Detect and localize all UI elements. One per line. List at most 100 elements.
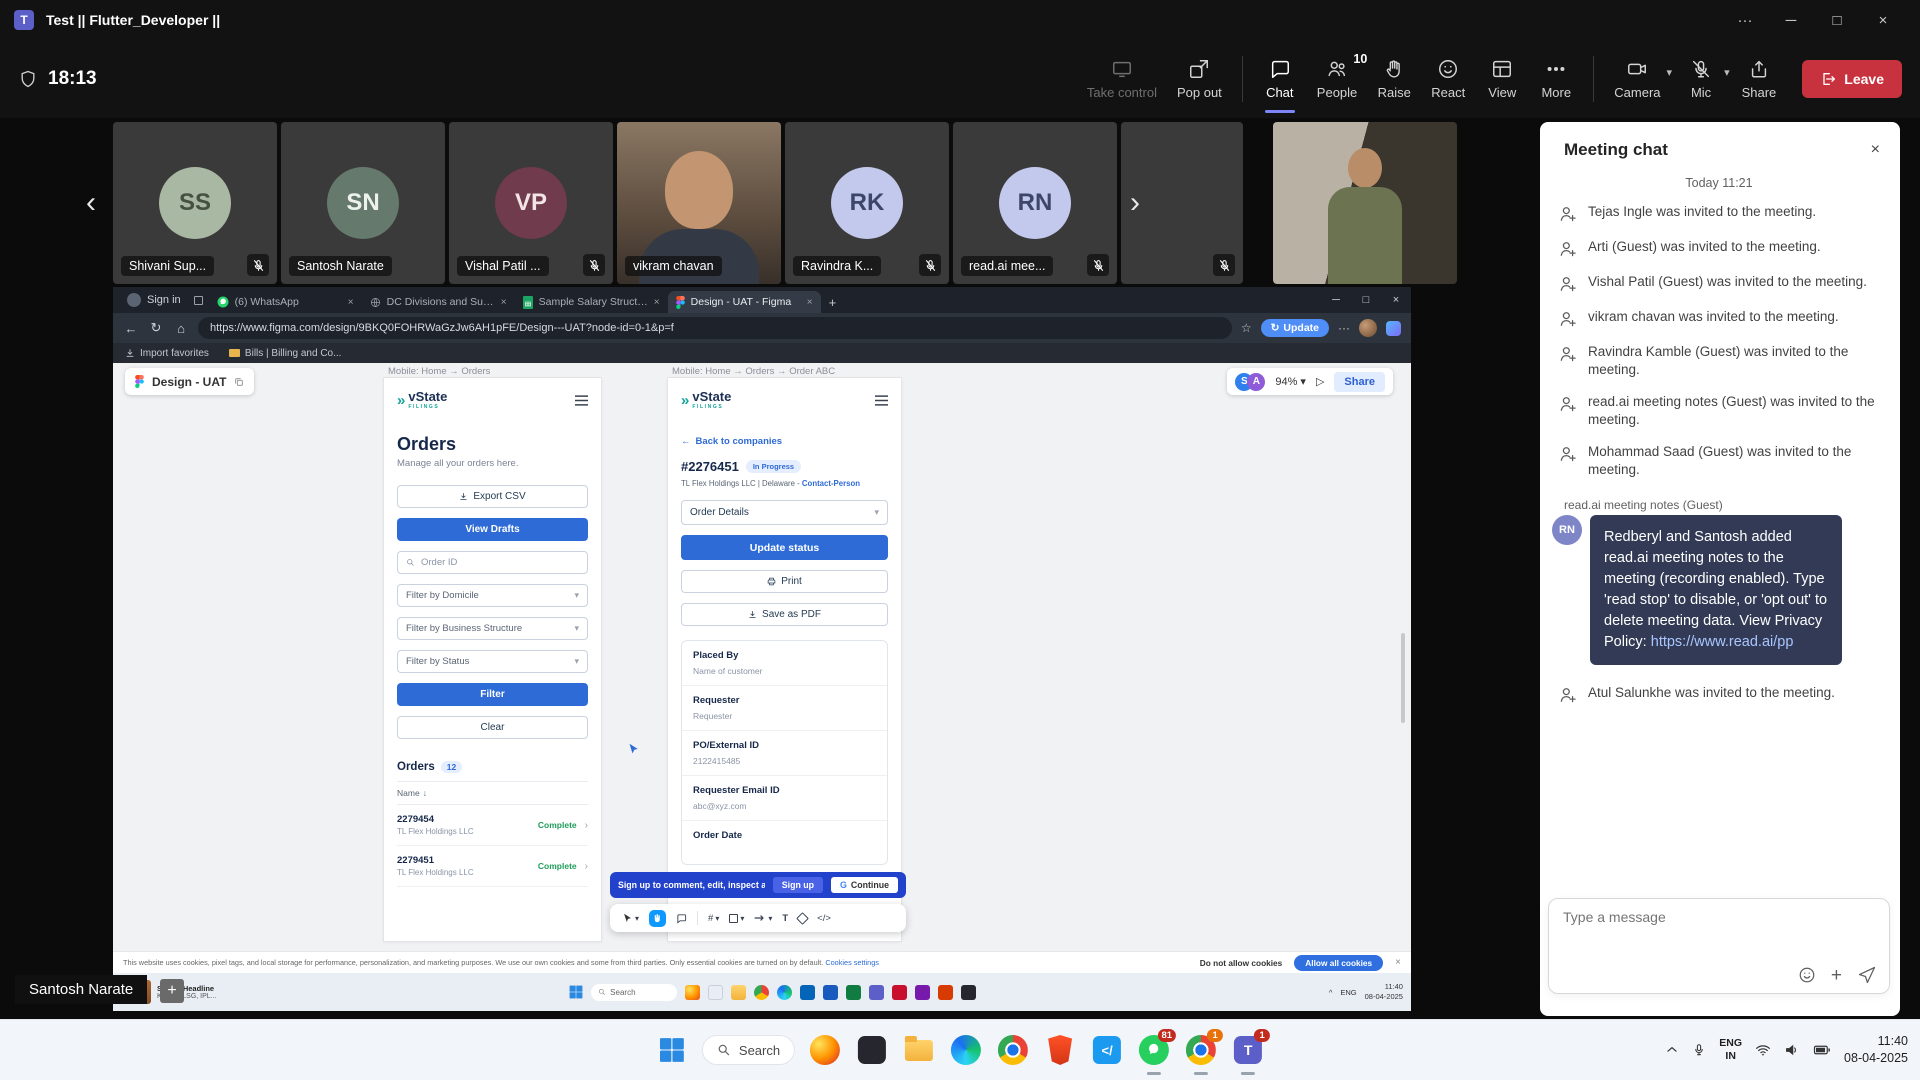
clear-button[interactable]: Clear [397,716,588,739]
mic-button[interactable]: Mic [1674,54,1728,104]
add-overlay-button[interactable]: + [160,979,184,1003]
sign-up-button[interactable]: Sign up [773,877,823,893]
filter-business-structure-select[interactable]: Filter by Business Structure▾ [397,617,588,640]
google-continue-button[interactable]: GContinue [831,877,898,893]
close-button[interactable]: × [1860,0,1906,40]
app-icon[interactable] [754,985,769,1000]
browser-profile-avatar[interactable] [1359,319,1377,337]
tray-chevron-icon[interactable]: ^ [1329,988,1333,997]
browser-menu-icon[interactable]: ··· [1338,321,1350,335]
people-button[interactable]: 10 People [1307,54,1367,104]
more-button[interactable]: More [1529,54,1583,104]
copilot-sidebar-icon[interactable] [1386,321,1401,336]
tray-chevron-up-icon[interactable] [1665,1043,1679,1057]
contact-person-link[interactable]: Contact-Person [802,479,860,488]
take-control-button[interactable]: Take control [1077,54,1167,104]
attach-plus-icon[interactable]: + [1831,966,1842,985]
comment-tool-icon[interactable] [676,913,687,924]
app-icon[interactable] [892,985,907,1000]
deny-cookies-button[interactable]: Do not allow cookies [1200,958,1283,968]
hand-tool-icon[interactable] [649,910,666,927]
filter-domicile-select[interactable]: Filter by Domicile▾ [397,584,588,607]
taskbar-app-firefox[interactable] [808,1033,842,1067]
figma-frame-label[interactable]: Mobile: Home → Orders [388,366,490,377]
start-button[interactable] [655,1033,689,1067]
wifi-icon[interactable] [1755,1042,1771,1058]
taskbar-app-dark[interactable] [855,1033,889,1067]
cookie-settings-link[interactable]: Cookies settings [825,958,879,967]
vertical-tabs-icon[interactable] [189,290,209,310]
order-details-select[interactable]: Order Details▾ [681,500,888,525]
react-button[interactable]: React [1421,54,1475,104]
taskbar-app-whatsapp[interactable]: 81 [1137,1033,1171,1067]
browser-tab[interactable]: DC Divisions and Surroundings × [362,291,515,313]
participant-tile[interactable]: VP Vishal Patil ... [449,122,613,284]
taskbar-app-vscode[interactable]: </ [1090,1033,1124,1067]
figma-file-chip[interactable]: Design - UAT [125,368,254,395]
taskbar-app-chrome[interactable] [996,1033,1030,1067]
frame-tool-icon[interactable]: #▾ [708,913,719,924]
export-csv-button[interactable]: Export CSV [397,485,588,508]
participant-tile[interactable]: SN Santosh Narate [281,122,445,284]
avatar[interactable]: A [1247,373,1265,391]
component-tool-icon[interactable] [798,914,807,923]
orders-name-column-header[interactable]: Name↓ [397,781,588,805]
taskbar-clock[interactable]: 11:40 08-04-2025 [1844,1033,1908,1067]
taskbar-app-file-explorer[interactable] [902,1033,936,1067]
share-button[interactable]: Share [1732,54,1787,104]
present-play-icon[interactable]: ▷ [1316,375,1324,388]
strip-scroll-right-button[interactable]: › [1120,184,1150,222]
url-field[interactable]: https://www.figma.com/design/9BKQ0FOHRWa… [198,317,1232,339]
view-drafts-button[interactable]: View Drafts [397,518,588,541]
titlebar-more-icon[interactable]: ··· [1722,0,1768,40]
order-row[interactable]: 2279454TL Flex Holdings LLC Complete › [397,805,588,846]
filter-button[interactable]: Filter [397,683,588,706]
windows-start-icon[interactable] [569,985,583,999]
canvas-scrollbar[interactable] [1401,633,1405,723]
privacy-policy-link[interactable]: https://www.read.ai/pp [1651,634,1794,650]
search-box[interactable]: Search [591,984,677,1001]
emoji-icon[interactable] [1798,966,1816,984]
move-tool-icon[interactable]: ▾ [622,913,639,924]
tray-mic-icon[interactable] [1692,1043,1706,1057]
browser-tab[interactable]: Sample Salary Structure with cal... × [515,291,668,313]
browser-minimize-button[interactable]: ─ [1321,287,1351,313]
figma-share-button[interactable]: Share [1334,372,1385,392]
language-indicator[interactable]: ENG [1340,988,1356,997]
allow-cookies-button[interactable]: Allow all cookies [1294,955,1383,971]
text-tool-icon[interactable]: T [782,913,788,924]
participant-tile[interactable]: RN read.ai mee... [953,122,1117,284]
browser-tab-active[interactable]: Design - UAT - Figma × [668,291,821,313]
shape-tool-icon[interactable]: ▾ [729,914,744,923]
view-button[interactable]: View [1475,54,1529,104]
tab-close-icon[interactable]: × [807,297,813,308]
app-icon[interactable] [869,985,884,1000]
copy-icon[interactable] [234,377,244,387]
maximize-button[interactable]: □ [1814,0,1860,40]
connector-tool-icon[interactable]: ▾ [754,913,772,923]
zoom-level[interactable]: 94% ▾ [1275,375,1306,388]
clock[interactable]: 11:4008-04-2025 [1365,982,1403,1002]
taskbar-app-brave[interactable] [1043,1033,1077,1067]
taskbar-app-edge[interactable] [949,1033,983,1067]
taskbar-app-chrome-profile[interactable]: 1 [1184,1033,1218,1067]
tab-close-icon[interactable]: × [501,297,507,308]
app-icon[interactable] [708,985,723,1000]
tab-close-icon[interactable]: × [348,297,354,308]
cookie-close-icon[interactable]: × [1395,957,1401,968]
tab-close-icon[interactable]: × [654,297,660,308]
browser-close-button[interactable]: × [1381,287,1411,313]
back-icon[interactable]: ← [123,321,139,336]
back-to-companies-link[interactable]: ←Back to companies [681,436,888,447]
app-icon[interactable] [915,985,930,1000]
app-icon[interactable] [777,985,792,1000]
import-favorites-button[interactable]: Import favorites [125,348,209,359]
print-button[interactable]: Print [681,570,888,593]
minimize-button[interactable]: ─ [1768,0,1814,40]
pop-out-button[interactable]: Pop out [1167,54,1232,104]
order-id-search-input[interactable]: Order ID [397,551,588,574]
taskbar-search-box[interactable]: Search [702,1035,795,1065]
save-as-pdf-button[interactable]: Save as PDF [681,603,888,626]
leave-button[interactable]: Leave [1802,60,1902,98]
filter-status-select[interactable]: Filter by Status▾ [397,650,588,673]
